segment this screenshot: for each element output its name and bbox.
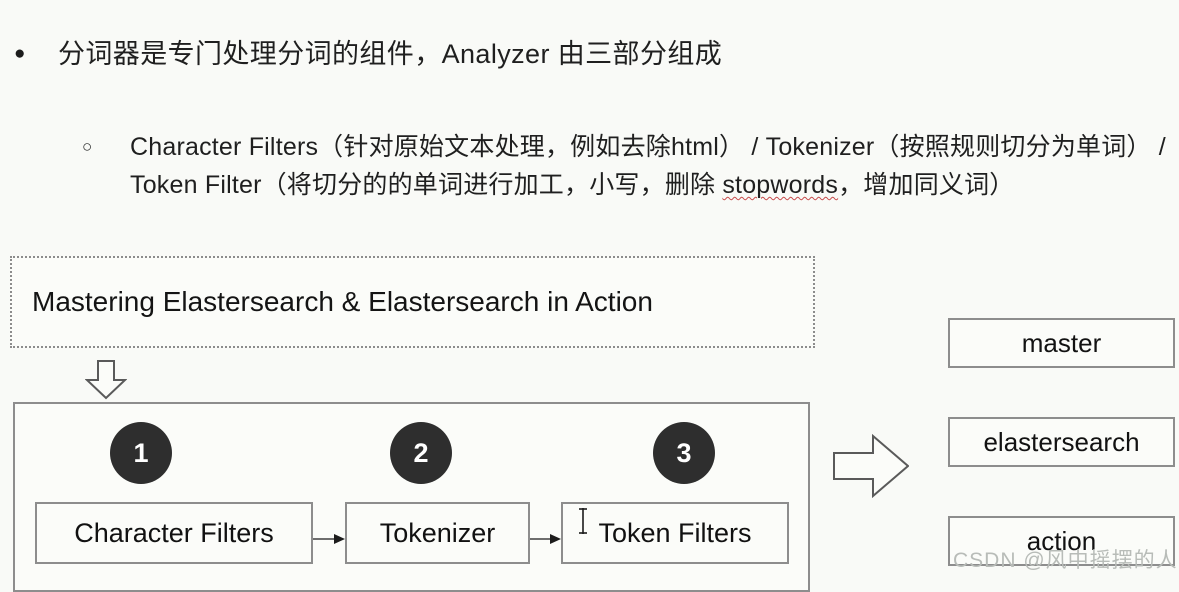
token-output-0-label: master: [1021, 327, 1102, 358]
bullet-level1-text: 分词器是专门处理分词的组件，Analyzer 由三部分组成: [58, 39, 723, 69]
token-output-1-label: elastersearch: [983, 426, 1140, 457]
step-badge-3-label: 3: [676, 437, 692, 468]
token-output-2-label: action: [1026, 525, 1097, 556]
token-output-elastersearch: elastersearch: [948, 417, 1175, 467]
token-output-master: master: [948, 318, 1175, 368]
input-sentence-text: Mastering Elastersearch & Elastersearch …: [32, 286, 653, 317]
bullet-level2: ○ Character Filters（针对原始文本处理，例如去除html） /…: [82, 128, 1177, 204]
bullet-level2-segment-2: ，增加同义词）: [838, 171, 1015, 199]
connector-arrow-1-icon: [313, 531, 345, 544]
spellchecked-word: stopwords: [722, 171, 839, 199]
step-badge-2: 2: [390, 422, 452, 484]
arrow-down-outline-icon: [84, 360, 128, 400]
connector-arrow-2-icon: [530, 531, 561, 544]
step-badge-2-label: 2: [413, 437, 429, 468]
token-output-action: action: [948, 516, 1175, 566]
step-badge-3: 3: [653, 422, 715, 484]
pipeline-step-3-label: Token Filters: [598, 517, 752, 548]
step-badge-1: 1: [110, 422, 172, 484]
pipeline-step-2-label: Tokenizer: [379, 517, 496, 548]
analyzer-pipeline-container: 1 2 3 Character Filters Tokenizer Token …: [13, 402, 810, 592]
arrow-right-outline-icon: [833, 433, 910, 499]
slide-canvas: ● 分词器是专门处理分词的组件，Analyzer 由三部分组成 ○ Charac…: [0, 0, 1179, 592]
pipeline-step-character-filters: Character Filters: [35, 502, 313, 564]
step-badge-1-label: 1: [133, 437, 149, 468]
bullet-filled-dot-icon: ●: [14, 43, 26, 64]
input-sentence-box: Mastering Elastersearch & Elastersearch …: [10, 256, 815, 348]
bullet-hollow-circle-icon: ○: [82, 137, 93, 156]
pipeline-step-1-label: Character Filters: [74, 517, 274, 548]
pipeline-step-token-filters: Token Filters: [561, 502, 789, 564]
bullet-level2-text: Character Filters（针对原始文本处理，例如去除html） / T…: [130, 128, 1177, 204]
bullet-level1: ● 分词器是专门处理分词的组件，Analyzer 由三部分组成: [14, 32, 1154, 76]
pipeline-step-tokenizer: Tokenizer: [345, 502, 530, 564]
